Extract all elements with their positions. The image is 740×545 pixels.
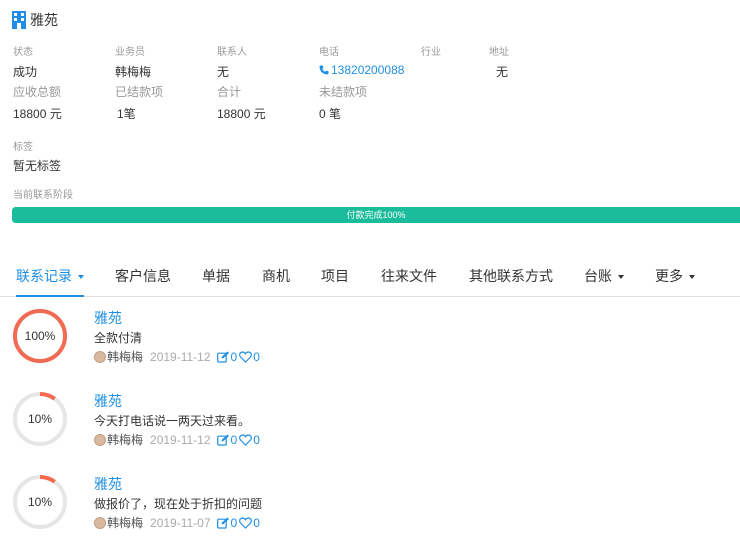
caret-down-icon: [689, 275, 695, 280]
industry-label: 行业: [421, 47, 441, 58]
contact-label: 联系人: [217, 47, 247, 58]
edit-count: 0: [230, 515, 238, 530]
edit-button[interactable]: 0: [216, 515, 238, 530]
like-count: 0: [253, 432, 260, 447]
record-title[interactable]: 雅苑: [94, 474, 122, 494]
like-count: 0: [253, 515, 260, 530]
record-date: 2019-11-07: [150, 515, 211, 530]
record-content: 全款付清: [94, 331, 143, 345]
total-value: 18800 元: [217, 107, 266, 121]
caret-down-icon: [618, 275, 624, 280]
heart-icon: [239, 516, 253, 529]
tab-customer-info[interactable]: 客户信息: [115, 258, 171, 297]
edit-count: 0: [230, 432, 238, 447]
like-button[interactable]: 0: [239, 350, 260, 364]
phone-label: 电话: [319, 47, 339, 58]
record-meta: 韩梅梅 2019-11-07 0 0: [94, 514, 260, 531]
tab-other-contacts[interactable]: 其他联系方式: [469, 258, 553, 297]
avatar: [94, 433, 106, 446]
record-meta: 韩梅梅 2019-11-12 0 0: [94, 431, 260, 448]
unsettled-value: 0 笔: [319, 107, 342, 121]
record-author: 韩梅梅: [107, 433, 144, 447]
status-label: 状态: [13, 47, 33, 58]
tab-bar: 联系记录 客户信息 单据 商机 项目 往来文件 其他联系方式 台账 更多: [0, 258, 740, 297]
tab-projects[interactable]: 项目: [321, 258, 349, 297]
tab-ledger[interactable]: 台账: [584, 258, 624, 297]
contact-record: 100% 雅苑 全款付清 韩梅梅 2019-11-12 0 0: [0, 308, 740, 368]
salesman-label: 业务员: [115, 47, 145, 58]
status-value: 成功: [13, 65, 38, 79]
like-button[interactable]: 0: [239, 433, 260, 447]
settled-label: 已结款项: [115, 85, 164, 99]
company-name: 雅苑: [30, 12, 58, 28]
settled-value: 1笔: [117, 107, 136, 121]
record-date: 2019-11-12: [150, 349, 211, 364]
record-title[interactable]: 雅苑: [94, 391, 122, 411]
address-value: 无: [496, 65, 509, 79]
record-date: 2019-11-12: [150, 432, 211, 447]
stage-label: 当前联系阶段: [13, 190, 73, 201]
page-header: 雅苑: [12, 10, 58, 30]
unsettled-label: 未结款项: [319, 85, 368, 99]
edit-icon: [216, 434, 229, 446]
progress-label: 付款完成100%: [346, 210, 406, 220]
edit-icon: [216, 517, 229, 529]
heart-icon: [239, 350, 253, 363]
phone-value: 13820200088: [331, 63, 405, 77]
progress-percent: 10%: [27, 495, 53, 509]
edit-button[interactable]: 0: [216, 349, 238, 364]
tab-opportunities[interactable]: 商机: [262, 258, 290, 297]
address-label: 地址: [489, 47, 509, 58]
total-label: 合计: [217, 85, 242, 99]
edit-icon: [216, 351, 229, 363]
receivable-value: 18800 元: [13, 107, 62, 121]
tab-contact-records[interactable]: 联系记录: [16, 258, 84, 297]
record-content: 今天打电话说一两天过来看。: [94, 414, 251, 428]
caret-down-icon: [78, 275, 84, 280]
contact-value: 无: [217, 65, 230, 79]
phone-icon: [319, 65, 329, 75]
contact-record: 10% 雅苑 做报价了，现在处于折扣的问题 韩梅梅 2019-11-07 0 0: [0, 474, 740, 534]
tab-files[interactable]: 往来文件: [381, 258, 437, 297]
building-icon: [12, 11, 26, 29]
receivable-label: 应收总额: [13, 85, 62, 99]
salesman-value: 韩梅梅: [115, 65, 152, 79]
record-author: 韩梅梅: [107, 516, 144, 530]
payment-progress-bar: 付款完成100%: [12, 207, 740, 223]
heart-icon: [239, 433, 253, 446]
tab-documents[interactable]: 单据: [202, 258, 230, 297]
avatar: [94, 350, 106, 363]
record-title[interactable]: 雅苑: [94, 308, 122, 328]
progress-percent: 100%: [24, 329, 56, 343]
record-content: 做报价了，现在处于折扣的问题: [94, 497, 263, 511]
record-author: 韩梅梅: [107, 350, 144, 364]
edit-button[interactable]: 0: [216, 432, 238, 447]
tags-value: 暂无标签: [13, 159, 62, 173]
phone-link[interactable]: 13820200088: [319, 63, 404, 77]
avatar: [94, 516, 106, 529]
contact-record: 10% 雅苑 今天打电话说一两天过来看。 韩梅梅 2019-11-12 0 0: [0, 391, 740, 451]
like-count: 0: [253, 349, 260, 364]
like-button[interactable]: 0: [239, 516, 260, 530]
record-meta: 韩梅梅 2019-11-12 0 0: [94, 348, 260, 365]
edit-count: 0: [230, 349, 238, 364]
tags-label: 标签: [13, 142, 33, 153]
progress-percent: 10%: [27, 412, 53, 426]
tab-more[interactable]: 更多: [655, 258, 695, 297]
